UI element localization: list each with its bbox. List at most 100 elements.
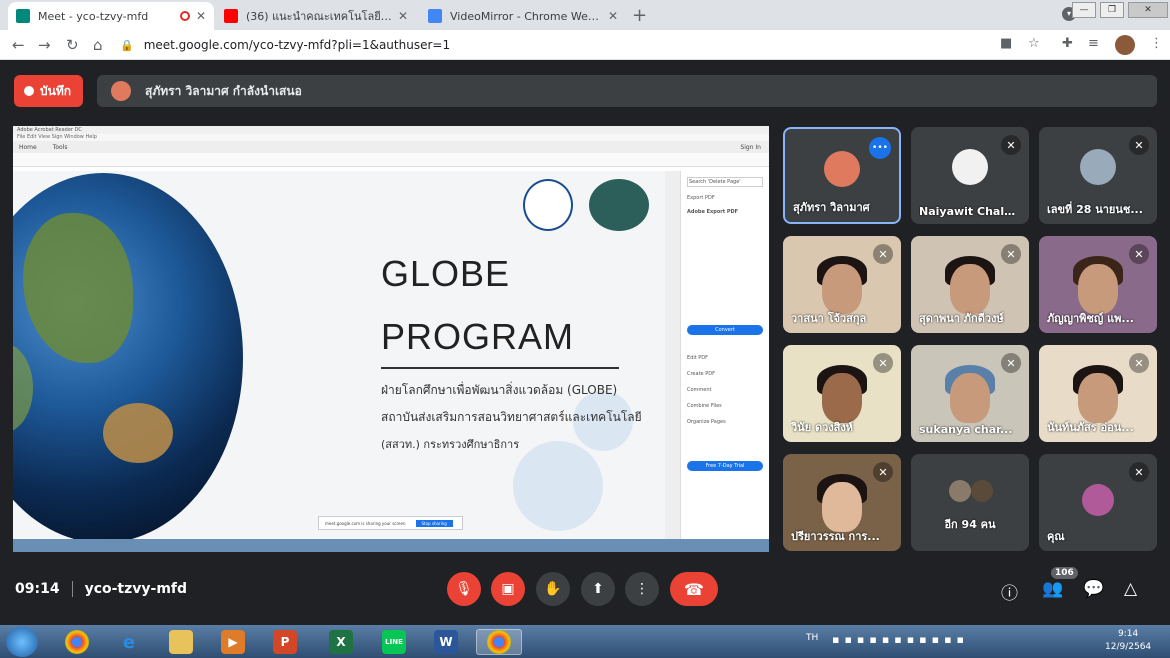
participant-tile[interactable]: ✕ นันท์นภัสร อ่อน... <box>1039 345 1157 442</box>
shared-screen: Adobe Acrobat Reader DC File Edit View S… <box>13 126 769 552</box>
raise-hand-button[interactable]: ✋ <box>536 572 570 606</box>
meeting-code: yco-tzvy-mfd <box>84 581 188 597</box>
taskbar-media[interactable]: ▶ <box>210 629 256 655</box>
mic-off-icon: ✕ <box>1001 135 1021 155</box>
taskbar-chrome-active[interactable] <box>476 629 522 655</box>
participant-name: เลขที่ 28 นายนช... <box>1047 203 1143 216</box>
url-field[interactable]: 🔒 meet.google.com/yco-tzvy-mfd?pli=1&aut… <box>120 34 1020 56</box>
back-icon[interactable]: ← <box>12 36 25 54</box>
close-window-button[interactable]: ✕ <box>1128 2 1168 18</box>
reload-icon[interactable]: ↻ <box>66 36 79 54</box>
participant-tile[interactable]: ✕ Naiyawit Chale... <box>911 127 1029 224</box>
info-icon[interactable]: ⓘ <box>1001 579 1018 604</box>
address-bar: ← → ↻ ⌂ 🔒 meet.google.com/yco-tzvy-mfd?p… <box>0 30 1170 60</box>
screen-share-toast: meet.google.com is sharing your screen S… <box>318 516 463 530</box>
chat-icon[interactable]: 💬 <box>1083 579 1104 599</box>
participant-name: สุดาพนา ภักดีวงษ์ <box>919 312 1004 325</box>
record-button[interactable]: บันทึก <box>14 75 83 107</box>
tab-title: Meet - yco-tzvy-mfd <box>38 9 149 23</box>
language-indicator[interactable]: TH <box>806 633 818 643</box>
avatar <box>824 151 860 187</box>
free-trial-button: Free 7-Day Trial <box>687 461 763 471</box>
taskbar-powerpoint[interactable]: P <box>262 629 308 655</box>
close-tab-icon[interactable]: ✕ <box>398 9 408 23</box>
others-tile[interactable]: อีก 94 คน <box>911 454 1029 551</box>
new-tab-button[interactable]: + <box>632 5 647 26</box>
clock-time: 9:14 <box>1117 629 1139 639</box>
profile-avatar[interactable] <box>1115 35 1135 55</box>
present-icon: ⬆ <box>592 581 604 597</box>
self-tile[interactable]: ✕ คุณ <box>1039 454 1157 551</box>
participant-tile[interactable]: ✕ เลขที่ 28 นายนช... <box>1039 127 1157 224</box>
taskbar-ie[interactable]: e <box>106 629 152 655</box>
camera-off-icon: ▣ <box>501 581 515 597</box>
acrobat-tabs: Home Tools Sign In <box>13 141 769 153</box>
close-tab-icon[interactable]: ✕ <box>608 9 618 23</box>
slide-canvas: GLOBE PROGRAM ฝ่ายโลกศึกษาเพื่อพัฒนาสิ่ง… <box>13 171 665 539</box>
bookmark-star-icon[interactable]: ☆ <box>1028 36 1040 51</box>
restore-button[interactable]: ❐ <box>1100 2 1124 18</box>
lock-icon[interactable]: 🔒 <box>120 39 134 52</box>
system-tray-icons[interactable]: ▪▪▪▪▪▪▪▪▪▪▪ <box>832 633 969 646</box>
activities-icon[interactable]: △ <box>1124 579 1137 599</box>
taskbar-chrome[interactable] <box>54 629 100 655</box>
forward-icon[interactable]: → <box>38 36 51 54</box>
more-options-button[interactable]: ⋮ <box>625 572 659 606</box>
avatar <box>971 480 993 502</box>
extensions-icon[interactable]: ✚ <box>1062 36 1073 51</box>
taskbar-excel[interactable]: X <box>318 629 364 655</box>
hand-icon: ✋ <box>544 581 562 597</box>
camera-icon[interactable]: ■ <box>1000 36 1012 51</box>
tools-search: Search 'Delete Page' <box>687 177 763 187</box>
acrobat-menu: File Edit View Sign Window Help <box>13 134 769 141</box>
taskbar-line[interactable]: LINE <box>371 629 417 655</box>
home-icon[interactable]: ⌂ <box>93 36 103 54</box>
start-button[interactable] <box>6 627 38 657</box>
participant-tile[interactable]: ✕ วินัย ดวงสิงห์ <box>783 345 901 442</box>
url-text: meet.google.com/yco-tzvy-mfd?pli=1&authu… <box>143 38 451 52</box>
tab-meet[interactable]: Meet - yco-tzvy-mfd ✕ <box>8 2 214 30</box>
excel-icon: X <box>329 630 353 654</box>
presenting-banner: สุภัทรา วิลามาศ กำลังนำเสนอ <box>97 75 1157 107</box>
system-clock[interactable]: 9:14 12/9/2564 <box>1105 628 1151 654</box>
tool-organize: Organize Pages <box>687 419 726 425</box>
participant-tile[interactable]: ✕ ปรียาวรรณ การ... <box>783 454 901 551</box>
mic-off-icon: ✕ <box>1001 353 1021 373</box>
tab-title: VideoMirror - Chrome Web Store <box>450 9 602 23</box>
people-icon[interactable]: 👥 <box>1042 579 1063 599</box>
participant-name: sukanya char... <box>919 423 1013 436</box>
word-icon: W <box>434 630 458 654</box>
close-tab-icon[interactable]: ✕ <box>196 9 206 23</box>
minimize-button[interactable]: — <box>1072 2 1096 18</box>
chrome-icon <box>65 630 89 654</box>
tool-edit-pdf: Edit PDF <box>687 355 709 361</box>
clock-date: 12/9/2564 <box>1105 642 1152 652</box>
mic-off-icon: ✕ <box>873 244 893 264</box>
taskbar-explorer[interactable] <box>158 629 204 655</box>
video-face <box>1078 264 1118 314</box>
presenting-text: สุภัทรา วิลามาศ กำลังนำเสนอ <box>145 83 302 98</box>
hang-up-icon: ☎ <box>684 579 704 599</box>
shared-taskbar <box>13 539 769 552</box>
tab-youtube[interactable]: (36) แนะนำคณะเทคโนโลยีการเกษตรแ... ✕ <box>216 2 416 30</box>
participant-tile[interactable]: ••• สุภัทรา วิลามาศ <box>783 127 901 224</box>
present-button[interactable]: ⬆ <box>581 572 615 606</box>
acrobat-tab-tools: Tools <box>52 143 68 151</box>
more-vert-icon: ⋮ <box>635 581 649 597</box>
taskbar-word[interactable]: W <box>423 629 469 655</box>
camera-toggle-button[interactable]: ▣ <box>491 572 525 606</box>
participant-tile[interactable]: ✕ สุดาพนา ภักดีวงษ์ <box>911 236 1029 333</box>
tab-webstore[interactable]: VideoMirror - Chrome Web Store ✕ <box>420 2 626 30</box>
menu-icon[interactable]: ⋮ <box>1150 36 1163 51</box>
mic-toggle-button[interactable]: 🎙 <box>447 572 481 606</box>
slide-title-line1: GLOBE <box>381 253 511 294</box>
leave-call-button[interactable]: ☎ <box>670 572 718 606</box>
participant-tile[interactable]: ✕ วาสนา โจ้วสกุล <box>783 236 901 333</box>
convert-button: Convert <box>687 325 763 335</box>
participants-count-badge: 106 <box>1051 567 1078 579</box>
media-control-icon[interactable]: ≡ <box>1088 36 1099 51</box>
participant-tile[interactable]: ✕ sukanya char... <box>911 345 1029 442</box>
tool-export-pdf: Export PDF <box>687 195 715 201</box>
participant-tile[interactable]: ✕ ภัญญาพิชญ์ แพ... <box>1039 236 1157 333</box>
recording-icon <box>179 11 190 21</box>
